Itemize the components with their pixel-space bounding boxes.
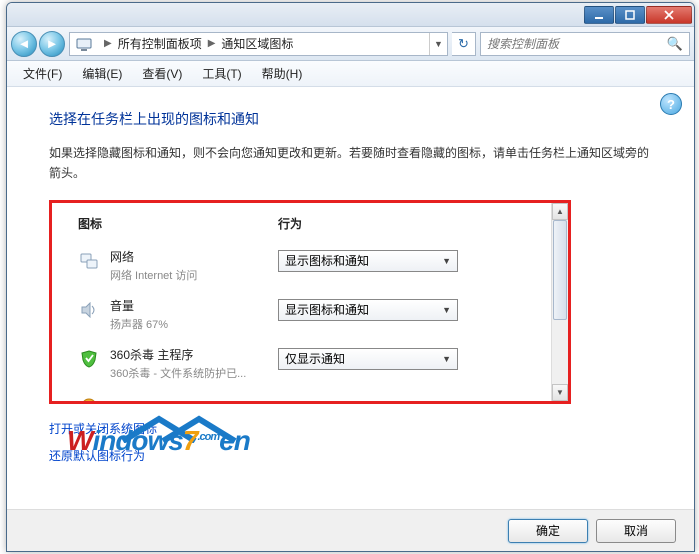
chevron-down-icon: ▼ (442, 305, 451, 315)
ok-button[interactable]: 确定 (508, 519, 588, 543)
menu-tools[interactable]: 工具(T) (194, 62, 249, 85)
select-value: 显示图标和通知 (285, 301, 369, 318)
select-value: 显示图标和通知 (285, 252, 369, 269)
row-label: 网络 (110, 248, 278, 265)
generic-icon (78, 395, 100, 404)
volume-icon (78, 299, 100, 321)
col-header-behavior: 行为 (278, 215, 302, 232)
chevron-down-icon: ▼ (442, 256, 451, 266)
content-area: ? 选择在任务栏上出现的图标和通知 如果选择隐藏图标和通知，则不会向您通知更改和… (7, 87, 694, 511)
row-subtext: 网络 Internet 访问 (110, 267, 278, 283)
menu-edit[interactable]: 编辑(E) (74, 62, 130, 85)
page-description: 如果选择隐藏图标和通知，则不会向您通知更改和更新。若要随时查看隐藏的图标，请单击… (49, 143, 652, 184)
row-label: 音量 (110, 297, 278, 314)
page-title: 选择在任务栏上出现的图标和通知 (49, 109, 652, 129)
behavior-select[interactable]: 显示图标和通知 ▼ (278, 250, 458, 272)
chevron-down-icon: ▼ (442, 354, 451, 364)
titlebar (7, 3, 694, 27)
control-panel-icon (74, 34, 94, 54)
search-box[interactable]: 🔍 (480, 32, 690, 56)
link-restore-defaults[interactable]: 还原默认图标行为 (49, 447, 652, 464)
search-icon: 🔍 (667, 36, 683, 52)
minimize-button[interactable] (584, 6, 614, 24)
link-list: 打开或关闭系统图标 还原默认图标行为 (49, 420, 652, 464)
menu-view[interactable]: 查看(V) (134, 62, 190, 85)
scrollbar[interactable]: ▲ ▼ (551, 203, 568, 401)
menu-help[interactable]: 帮助(H) (254, 62, 311, 85)
cancel-button[interactable]: 取消 (596, 519, 676, 543)
shield-icon (78, 348, 100, 370)
list-item: 网络 网络 Internet 访问 显示图标和通知 ▼ (78, 248, 538, 283)
navbar: ◄ ► ▶ 所有控制面板项 ▶ 通知区域图标 ▼ ↻ 🔍 (7, 27, 694, 61)
breadcrumb-item-notification[interactable]: 通知区域图标 (221, 35, 293, 52)
select-value: 仅显示通知 (285, 350, 345, 367)
row-label: 360杀毒 主程序 (110, 346, 278, 363)
menubar: 文件(F) 编辑(E) 查看(V) 工具(T) 帮助(H) (7, 61, 694, 87)
scroll-up-icon[interactable]: ▲ (552, 203, 568, 220)
list-item: 音量 扬声器 67% 显示图标和通知 ▼ (78, 297, 538, 332)
behavior-select[interactable]: 仅显示通知 ▼ (278, 348, 458, 370)
list-item: 360杀毒 主程序 360杀毒 - 文件系统防护已... 仅显示通知 ▼ (78, 346, 538, 381)
breadcrumb-sep-icon: ▶ (202, 38, 222, 49)
back-button[interactable]: ◄ (11, 31, 37, 57)
refresh-button[interactable]: ↻ (452, 32, 476, 56)
scroll-track[interactable] (552, 220, 568, 384)
column-headers: 图标 行为 (78, 215, 538, 232)
list-item-cutoff (78, 395, 538, 404)
col-header-icon: 图标 (78, 215, 278, 232)
breadcrumb-item-all[interactable]: 所有控制面板项 (118, 35, 202, 52)
row-subtext: 扬声器 67% (110, 316, 278, 332)
behavior-select[interactable]: 显示图标和通知 ▼ (278, 299, 458, 321)
control-panel-window: ◄ ► ▶ 所有控制面板项 ▶ 通知区域图标 ▼ ↻ 🔍 文件(F) 编辑(E)… (6, 2, 695, 552)
scroll-down-icon[interactable]: ▼ (552, 384, 568, 401)
menu-file[interactable]: 文件(F) (15, 62, 70, 85)
breadcrumb-sep-icon: ▶ (98, 38, 118, 49)
forward-button[interactable]: ► (39, 31, 65, 57)
close-button[interactable] (646, 6, 692, 24)
network-icon (78, 250, 100, 272)
help-icon[interactable]: ? (660, 93, 682, 115)
search-input[interactable] (487, 37, 667, 51)
icon-list-box: 图标 行为 网络 网络 Internet 访问 显示图标和通知 ▼ (49, 200, 571, 404)
breadcrumb[interactable]: ▶ 所有控制面板项 ▶ 通知区域图标 ▼ (69, 32, 448, 56)
row-subtext: 360杀毒 - 文件系统防护已... (110, 365, 278, 381)
footer: 确定 取消 (7, 509, 694, 551)
link-system-icons[interactable]: 打开或关闭系统图标 (49, 420, 652, 437)
breadcrumb-dropdown-icon[interactable]: ▼ (429, 33, 447, 55)
scroll-thumb[interactable] (553, 220, 567, 320)
maximize-button[interactable] (615, 6, 645, 24)
